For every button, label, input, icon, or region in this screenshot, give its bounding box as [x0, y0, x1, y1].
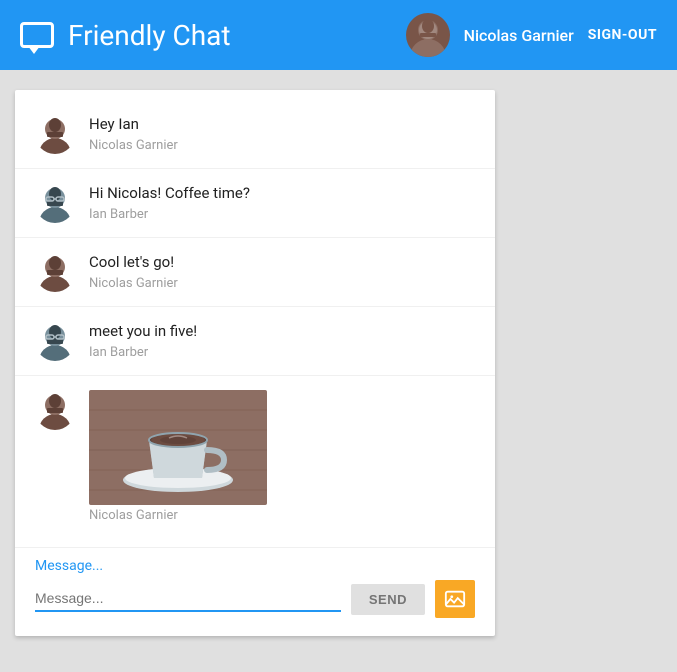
message-body: Hey Ian Nicolas Garnier — [89, 114, 178, 153]
messages-list: Hey Ian Nicolas Garnier Hi Nicolas! Coffe… — [15, 90, 495, 547]
header-left: Friendly Chat — [20, 19, 231, 52]
message-avatar — [35, 114, 75, 154]
message-item: Hi Nicolas! Coffee time? Ian Barber — [15, 169, 495, 238]
message-item: meet you in five! Ian Barber — [15, 307, 495, 376]
message-label: Message... — [35, 558, 475, 574]
message-item: Cool let's go! Nicolas Garnier — [15, 238, 495, 307]
chat-card: Hey Ian Nicolas Garnier Hi Nicolas! Coffe… — [15, 90, 495, 636]
image-upload-button[interactable] — [435, 580, 475, 618]
message-body: meet you in five! Ian Barber — [89, 321, 197, 360]
message-sender: Nicolas Garnier — [89, 138, 178, 153]
input-row: SEND — [35, 580, 475, 618]
message-body: Cool let's go! Nicolas Garnier — [89, 252, 178, 291]
chat-icon — [20, 22, 54, 48]
message-input[interactable] — [35, 586, 341, 612]
image-icon — [444, 588, 466, 610]
message-sender: Nicolas Garnier — [89, 276, 178, 291]
message-avatar — [35, 390, 75, 430]
input-area: Message... SEND — [15, 547, 495, 636]
message-text: Hi Nicolas! Coffee time? — [89, 183, 250, 204]
message-item: Nicolas Garnier — [15, 376, 495, 537]
message-avatar — [35, 321, 75, 361]
message-text: meet you in five! — [89, 321, 197, 342]
main-content: Hey Ian Nicolas Garnier Hi Nicolas! Coffe… — [0, 70, 677, 656]
message-sender: Nicolas Garnier — [89, 508, 267, 523]
user-avatar-header — [406, 13, 450, 57]
header-user-name: Nicolas Garnier — [464, 26, 574, 45]
user-avatar-image — [406, 13, 450, 57]
message-avatar — [35, 183, 75, 223]
message-body: Hi Nicolas! Coffee time? Ian Barber — [89, 183, 250, 222]
sign-out-button[interactable]: SIGN-OUT — [588, 27, 657, 43]
message-text: Cool let's go! — [89, 252, 178, 273]
message-sender: Ian Barber — [89, 207, 250, 222]
message-avatar — [35, 252, 75, 292]
app-title: Friendly Chat — [68, 19, 231, 52]
message-image — [89, 390, 267, 505]
app-header: Friendly Chat Nicolas Garnier SIGN-OUT — [0, 0, 677, 70]
header-right: Nicolas Garnier SIGN-OUT — [406, 13, 657, 57]
message-sender: Ian Barber — [89, 345, 197, 360]
send-button[interactable]: SEND — [351, 584, 425, 615]
message-text: Hey Ian — [89, 114, 178, 135]
message-item: Hey Ian Nicolas Garnier — [15, 100, 495, 169]
message-body: Nicolas Garnier — [89, 390, 267, 523]
